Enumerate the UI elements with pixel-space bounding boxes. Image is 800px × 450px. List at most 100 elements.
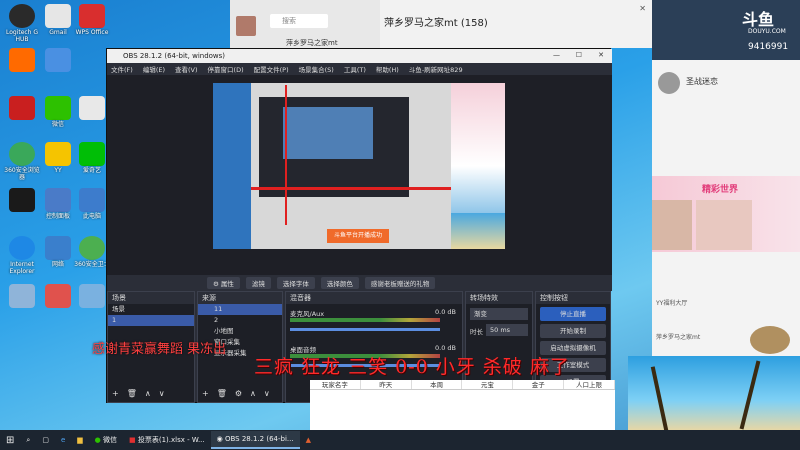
desktop-icon[interactable]	[4, 48, 40, 72]
properties-button[interactable]: ⚙ 属性	[207, 277, 240, 289]
app-icon	[9, 284, 35, 308]
source-item[interactable]: 11	[198, 304, 282, 315]
scene-controls: + 🗑 ∧ ∨	[112, 389, 165, 398]
menu-douyu[interactable]: 斗鱼-刷新网址829	[409, 64, 463, 74]
desktop-icon[interactable]	[74, 284, 110, 308]
arrow-up-icon[interactable]: ∧	[250, 389, 256, 398]
gear-icon[interactable]: ⚙	[235, 389, 242, 398]
menu-view[interactable]: 查看(V)	[175, 64, 198, 74]
app-icon	[9, 188, 35, 212]
start-button[interactable]: ⊞	[0, 431, 20, 449]
app-icon	[9, 48, 35, 72]
wps-icon: ■	[128, 436, 136, 444]
source-item[interactable]: 2	[198, 315, 282, 326]
volume-slider[interactable]	[290, 328, 440, 331]
menu-tools[interactable]: 工具(T)	[344, 64, 366, 74]
close-icon[interactable]: ✕	[639, 4, 646, 13]
douyu-header: 斗鱼 DOUYU.COM 9416991	[652, 0, 800, 60]
taskbar-app[interactable]: ▆	[71, 431, 88, 449]
menu-help[interactable]: 帮助(H)	[376, 64, 399, 74]
arrow-down-icon[interactable]: ∨	[264, 389, 270, 398]
desktop-icon[interactable]	[40, 48, 76, 72]
menu-profile[interactable]: 配置文件(P)	[254, 64, 289, 74]
transition-select[interactable]: 渐变	[470, 308, 528, 320]
desktop-icon[interactable]: YY	[40, 142, 76, 174]
color-button[interactable]: 选择颜色	[320, 277, 359, 289]
taskbar: ⊞ ⌕ ▢ e ▆ ● 微信 ■ 投票表(1).xlsx - W... ◉ OB…	[0, 430, 800, 450]
minimize-icon[interactable]: —	[553, 51, 560, 59]
column-header[interactable]: 元宝	[462, 380, 514, 389]
desktop-icon[interactable]: 爱奇艺	[74, 142, 110, 174]
taskbar-app[interactable]: ▲	[300, 431, 317, 449]
obs-preview[interactable]: 斗鱼平台开播成功	[107, 75, 612, 275]
menu-file[interactable]: 文件(F)	[111, 64, 133, 74]
douyu-logo: 斗鱼	[742, 10, 775, 29]
column-header[interactable]: 昨天	[361, 380, 412, 389]
column-header[interactable]: 金子	[513, 380, 565, 389]
search-button[interactable]: ⌕	[20, 431, 36, 449]
source-item[interactable]: 小地图	[198, 326, 282, 337]
desktop-icon[interactable]: 此电脑	[74, 188, 110, 220]
desktop-icon[interactable]: Logitech G HUB	[4, 4, 40, 43]
taskbar-app[interactable]: ◉ OBS 28.1.2 (64-bi...	[210, 431, 300, 449]
add-icon[interactable]: +	[202, 389, 209, 398]
taskbar-app[interactable]: ● 微信	[89, 431, 123, 449]
scene-item[interactable]: 场景	[108, 304, 194, 315]
desktop-icon[interactable]	[40, 284, 76, 308]
task-view-button[interactable]: ▢	[36, 431, 55, 449]
desktop-icon[interactable]	[4, 284, 40, 308]
column-header[interactable]: 人口上限	[564, 380, 615, 389]
app-icon	[45, 284, 71, 308]
desktop-icon[interactable]	[74, 96, 110, 120]
list-item[interactable]: 萍乡罗马之家mt	[286, 38, 338, 48]
add-icon[interactable]: +	[112, 389, 119, 398]
text-source-field[interactable]: 感谢老板赠送的礼物	[364, 277, 436, 289]
thumbnail-image	[696, 200, 752, 250]
menu-edit[interactable]: 编辑(E)	[143, 64, 165, 74]
taskbar-app[interactable]: e	[55, 431, 71, 449]
trash-icon[interactable]: 🗑	[127, 389, 137, 398]
obs-title-bar: OBS 28.1.2 (64-bit, windows) ✕ ☐ —	[107, 49, 612, 63]
desktop-icon[interactable]: 360安全浏览器	[4, 142, 40, 181]
wechat-window[interactable]: 搜索 萍乡罗马之家mt 萍乡罗马之家mt (158) ✕	[230, 0, 652, 48]
taskbar-app[interactable]: ■ 投票表(1).xlsx - W...	[123, 431, 211, 449]
desktop-icon[interactable]: 微信	[40, 96, 76, 128]
stop-streaming-button[interactable]: 停止直播	[540, 307, 606, 321]
track-db: 0.0 dB	[435, 344, 456, 352]
desktop-icon[interactable]: Gmail	[40, 4, 76, 36]
search-input[interactable]: 搜索	[270, 14, 328, 28]
close-icon[interactable]: ✕	[598, 51, 604, 59]
spreadsheet-window[interactable]: 玩家名字 昨天 本周 元宝 金子 人口上限	[310, 380, 615, 430]
column-header[interactable]: 玩家名字	[310, 380, 361, 389]
yy-label: YY福利大厅	[656, 300, 688, 307]
arrow-up-icon[interactable]: ∧	[145, 389, 151, 398]
duration-input[interactable]: 50 ms	[486, 324, 528, 336]
wechat-sidebar: 搜索 萍乡罗马之家mt	[230, 0, 380, 48]
preview-capture: 斗鱼平台开播成功	[213, 83, 505, 249]
desktop-icon[interactable]	[4, 188, 40, 212]
menu-docks[interactable]: 停靠窗口(D)	[208, 64, 244, 74]
maximize-icon[interactable]: ☐	[576, 51, 582, 59]
nested-desktop	[213, 83, 251, 249]
trash-icon[interactable]: 🗑	[217, 389, 227, 398]
palm-trunk	[650, 366, 670, 430]
desktop-icon[interactable]: WPS Office	[74, 4, 110, 36]
font-button[interactable]: 选择字体	[276, 277, 315, 289]
dock-title: 来源	[198, 292, 282, 304]
wallpaper	[628, 356, 800, 430]
start-recording-button[interactable]: 开始录制	[540, 324, 606, 338]
menu-scene-collection[interactable]: 场景集合(S)	[299, 64, 334, 74]
desktop-icon[interactable]: 360安全卫士	[74, 236, 110, 268]
scene-item[interactable]: 1	[108, 315, 194, 326]
column-header[interactable]: 本周	[412, 380, 463, 389]
douyu-window[interactable]: 斗鱼 DOUYU.COM 9416991 圣战迷恋 精彩世界 YY福利大厅 萍乡…	[652, 0, 800, 356]
desktop-icon[interactable]	[4, 96, 40, 120]
avatar	[658, 72, 680, 94]
desktop-icon[interactable]: 网络	[40, 236, 76, 268]
thumbnail-image	[652, 200, 692, 250]
desktop-icon[interactable]: 控制面板	[40, 188, 76, 220]
iqiyi-icon	[79, 142, 105, 166]
filters-button[interactable]: 滤镜	[245, 277, 271, 289]
arrow-down-icon[interactable]: ∨	[159, 389, 165, 398]
desktop-icon[interactable]: Internet Explorer	[4, 236, 40, 275]
